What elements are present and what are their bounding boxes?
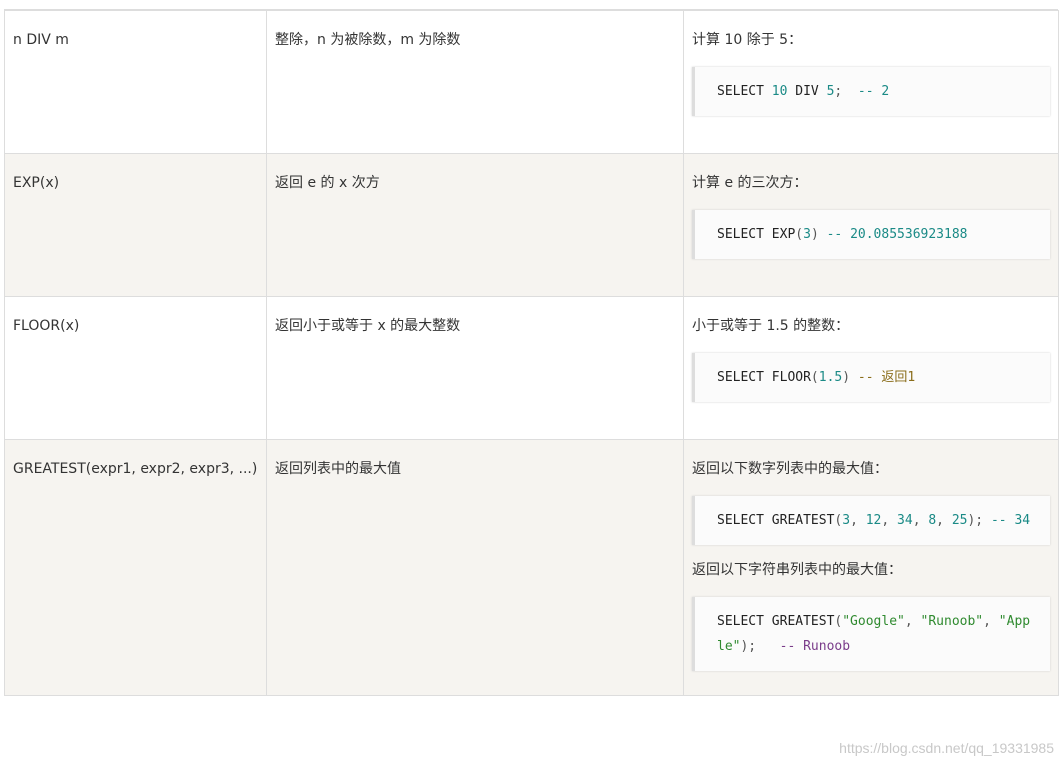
code-string: "Google" [842, 614, 905, 629]
code-punct: ); [740, 639, 757, 654]
code-comment-dash: -- [857, 370, 874, 385]
code-comment: 20.085536923188 [850, 227, 968, 242]
function-description: 返回列表中的最大值 [275, 461, 401, 477]
table-row: FLOOR(x) 返回小于或等于 x 的最大整数 小于或等于 1.5 的整数： … [4, 296, 1059, 440]
code-number: 8 [928, 513, 937, 528]
function-description: 返回小于或等于 x 的最大整数 [275, 318, 461, 334]
code-block[interactable]: SELECT GREATEST("Google", "Runoob", "App… [692, 597, 1050, 671]
code-number: 12 [865, 513, 882, 528]
example-label: 返回以下数字列表中的最大值： [692, 461, 888, 477]
code-block[interactable]: SELECT EXP(3) -- 20.085536923188 [692, 210, 1050, 259]
function-description: 返回 e 的 x 次方 [275, 175, 380, 191]
code-comment-dash: -- [826, 227, 843, 242]
example-label: 计算 e 的三次方： [692, 175, 808, 191]
description-cell: 返回 e 的 x 次方 [266, 153, 684, 297]
watermark: https://blog.csdn.net/qq_19331985 [839, 740, 1054, 756]
code-comment-dash: -- [857, 84, 874, 99]
code-number: 25 [951, 513, 968, 528]
code-punct: ( [795, 227, 804, 242]
code-comment: 2 [881, 84, 890, 99]
code-number: 34 [897, 513, 913, 528]
example-cell: 小于或等于 1.5 的整数： SELECT FLOOR(1.5) -- 返回1 [683, 296, 1059, 440]
code-comment: 34 [1014, 513, 1031, 528]
description-cell: 整除，n 为被除数，m 为除数 [266, 10, 684, 154]
code-punct: ) [810, 227, 819, 242]
description-cell: 返回列表中的最大值 [266, 439, 684, 696]
code-keyword: SELECT GREATEST [717, 614, 835, 629]
code-comment: Runoob [803, 639, 851, 654]
example-label: 计算 10 除于 5： [692, 32, 803, 48]
function-description: 整除，n 为被除数，m 为除数 [275, 32, 461, 48]
code-punct: ; [834, 84, 843, 99]
top-strip [0, 0, 1062, 10]
code-number: 3 [803, 227, 811, 242]
code-keyword: SELECT EXP [717, 227, 796, 242]
function-name: n DIV m [13, 32, 69, 48]
code-keyword: SELECT FLOOR [717, 370, 811, 385]
code-keyword: SELECT GREATEST [717, 513, 835, 528]
table-row: GREATEST(expr1, expr2, expr3, ...) 返回列表中… [4, 439, 1059, 696]
function-cell: GREATEST(expr1, expr2, expr3, ...) [4, 439, 267, 696]
function-table: n DIV m 整除，n 为被除数，m 为除数 计算 10 除于 5： SELE… [4, 10, 1059, 696]
function-cell: n DIV m [4, 10, 267, 154]
code-number: 1.5 [818, 370, 843, 385]
code-comment: 返回1 [881, 370, 916, 385]
example-cell: 计算 e 的三次方： SELECT EXP(3) -- 20.085536923… [683, 153, 1059, 297]
code-keyword: SELECT [717, 84, 764, 99]
code-string: "Runoob" [920, 614, 984, 629]
code-block[interactable]: SELECT GREATEST(3, 12, 34, 8, 25); -- 34 [692, 496, 1050, 545]
table-row: EXP(x) 返回 e 的 x 次方 计算 e 的三次方： SELECT EXP… [4, 153, 1059, 297]
function-name: FLOOR(x) [13, 318, 80, 334]
code-comment-dash: -- [779, 639, 796, 654]
code-punct: ); [967, 513, 984, 528]
example-label: 返回以下字符串列表中的最大值： [692, 562, 902, 578]
example-cell: 返回以下数字列表中的最大值： SELECT GREATEST(3, 12, 34… [683, 439, 1059, 696]
description-cell: 返回小于或等于 x 的最大整数 [266, 296, 684, 440]
function-name: GREATEST(expr1, expr2, expr3, ...) [13, 461, 258, 477]
code-punct: ( [810, 370, 819, 385]
code-number: 10 [771, 84, 788, 99]
code-number: 3 [842, 513, 851, 528]
code-block[interactable]: SELECT FLOOR(1.5) -- 返回1 [692, 353, 1050, 402]
code-comment-dash: -- [990, 513, 1007, 528]
function-name: EXP(x) [13, 175, 60, 191]
code-punct: ) [842, 370, 851, 385]
function-cell: FLOOR(x) [4, 296, 267, 440]
function-cell: EXP(x) [4, 153, 267, 297]
table-row: n DIV m 整除，n 为被除数，m 为除数 计算 10 除于 5： SELE… [4, 10, 1059, 154]
code-block[interactable]: SELECT 10 DIV 5; -- 2 [692, 67, 1050, 116]
example-cell: 计算 10 除于 5： SELECT 10 DIV 5; -- 2 [683, 10, 1059, 154]
example-label: 小于或等于 1.5 的整数： [692, 318, 850, 334]
code-operator: DIV [795, 84, 819, 99]
